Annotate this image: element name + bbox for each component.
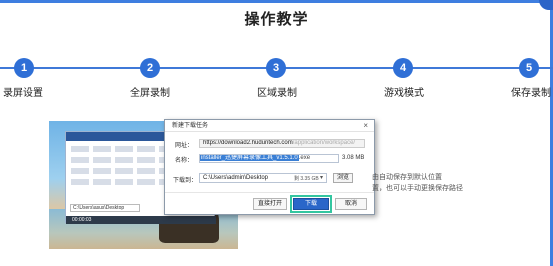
file-size: 3.08 MB [342,155,365,161]
page: 操作教学 1 2 3 4 5 录屏设置 全屏录制 区域录制 游戏模式 保存录制 … [0,0,553,266]
dialog-title: 新建下载任务 [165,120,374,132]
open-directly-button[interactable]: 直接打开 [253,198,287,210]
description-line-1: 由自动保存到默认位置 [372,174,442,181]
save-path-select[interactable]: C:\Users\admin\Desktop 剩 3.35 GB ▾ [199,173,327,183]
app-save-path: C:\Users\asus\Desktop [70,204,140,212]
description-line-2: 置，也可以手动更换保存路径 [372,185,463,192]
name-label: 名称： [175,158,194,164]
dialog-divider [165,192,374,193]
top-border [0,0,553,3]
close-icon[interactable]: × [363,120,368,132]
step-4-badge[interactable]: 4 [393,58,413,78]
url-host: https://download2.huduntech.com [203,140,293,146]
file-name-input[interactable]: installer_迅捷屏幕录像工具_v1.5.1.0.exe [199,154,339,163]
url-label: 网址： [175,143,194,149]
download-button[interactable]: 下载 [290,195,332,213]
url-path: /application/workspace/ [292,140,356,146]
cancel-button[interactable]: 取消 [335,198,367,210]
step-2-label[interactable]: 全屏录制 [130,84,170,99]
disk-free: 剩 3.35 GB [294,176,319,182]
step-5-label[interactable]: 保存录制 [511,84,551,99]
chevron-down-icon[interactable]: ▾ [320,174,323,182]
step-3-label[interactable]: 区域录制 [257,84,297,99]
path-label: 下载到： [173,178,198,184]
file-name-selection: installer_迅捷屏幕录像工具_v1.5.1.0 [200,155,299,161]
app-timer: 00:00:03 [66,216,216,224]
step-1-badge[interactable]: 1 [14,58,34,78]
file-name-ext: .exe [298,155,311,161]
browse-button[interactable]: 浏览 [333,173,353,183]
step-1-label[interactable]: 录屏设置 [3,84,43,99]
save-path-value: C:\Users\admin\Desktop [203,175,269,181]
step-3-badge[interactable]: 3 [266,58,286,78]
page-title: 操作教学 [244,11,309,28]
step-5-badge[interactable]: 5 [519,58,539,78]
step-4-label[interactable]: 游戏模式 [384,84,424,99]
url-field[interactable]: https://download2.huduntech.com/applicat… [199,139,365,148]
step-2-badge[interactable]: 2 [140,58,160,78]
download-dialog: 新建下载任务 × 网址： https://download2.huduntech… [164,119,375,215]
